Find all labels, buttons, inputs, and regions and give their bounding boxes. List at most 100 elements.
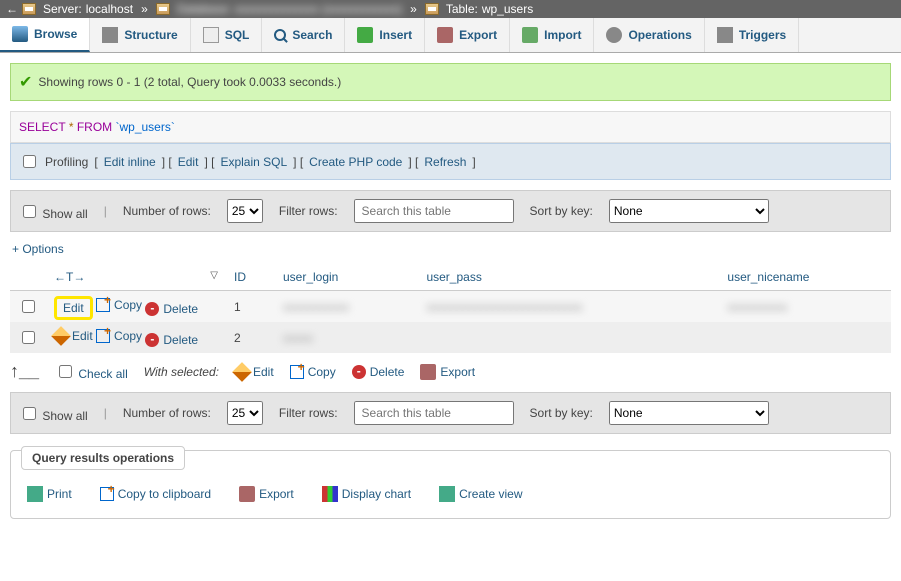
table-row: Edit Copy -Delete 2 xxxxx: [10, 322, 891, 353]
col-id[interactable]: ID: [226, 264, 275, 291]
edit-icon: [232, 362, 252, 382]
cell-id: 2: [226, 322, 275, 353]
display-chart-action[interactable]: Display chart: [322, 486, 411, 502]
breadcrumb-bar: ← Server: localhost » Database: xxxxxxxx…: [0, 0, 901, 18]
sort-label: Sort by key:: [530, 204, 593, 218]
explain-sql-link[interactable]: Explain SQL: [220, 155, 287, 169]
cell-user-login: xxxxxxxxxxx: [283, 300, 349, 314]
bulk-export[interactable]: Export: [420, 364, 475, 380]
copy-row[interactable]: Copy: [96, 329, 142, 343]
show-all-checkbox[interactable]: [23, 205, 36, 218]
filter-label: Filter rows:: [279, 204, 338, 218]
bulk-copy[interactable]: Copy: [290, 365, 336, 379]
tab-import[interactable]: Import: [510, 18, 594, 52]
database-link[interactable]: Database: xxxxxxxxxxxxxx (xxxxxxxxxxxx): [177, 2, 402, 16]
tab-browse[interactable]: Browse: [0, 18, 90, 52]
create-php-link[interactable]: Create PHP code: [309, 155, 402, 169]
filter-input[interactable]: [354, 401, 514, 425]
copy-icon: [96, 329, 110, 343]
nav-arrows[interactable]: ←T→: [54, 270, 85, 284]
check-all-checkbox[interactable]: [59, 365, 72, 378]
export-icon: [239, 486, 255, 502]
copy-icon: [290, 365, 304, 379]
tab-search[interactable]: Search: [262, 18, 345, 52]
sort-select[interactable]: None: [609, 401, 769, 425]
profiling-checkbox[interactable]: [23, 155, 36, 168]
sort-select[interactable]: None: [609, 199, 769, 223]
search-icon: [274, 29, 286, 41]
edit-row[interactable]: Edit: [54, 329, 93, 343]
chart-icon: [322, 486, 338, 502]
main-tabs: Browse Structure SQL Search Insert Expor…: [0, 18, 901, 53]
print-action[interactable]: Print: [27, 486, 72, 502]
check-icon: ✔: [19, 72, 32, 92]
success-message: ✔ Showing rows 0 - 1 (2 total, Query too…: [10, 63, 891, 101]
arrow-up-icon: ↑__: [10, 361, 39, 382]
table-label: Table:: [446, 2, 478, 16]
tab-insert[interactable]: Insert: [345, 18, 425, 52]
back-arrow[interactable]: ←: [6, 2, 18, 16]
success-text: Showing rows 0 - 1 (2 total, Query took …: [38, 75, 341, 89]
filter-input[interactable]: [354, 199, 514, 223]
tab-export[interactable]: Export: [425, 18, 510, 52]
export-icon: [437, 27, 453, 43]
profiling-label: Profiling: [45, 155, 88, 169]
profiling-bar: Profiling [ Edit inline ] [ Edit ] [ Exp…: [10, 143, 891, 180]
db-icon: [156, 3, 170, 15]
options-toggle[interactable]: + Options: [12, 242, 889, 256]
bulk-edit[interactable]: Edit: [235, 365, 274, 379]
tab-sql[interactable]: SQL: [191, 18, 263, 52]
triggers-icon: [717, 27, 733, 43]
sql-icon: [203, 27, 219, 43]
create-view-action[interactable]: Create view: [439, 486, 522, 502]
cell-id: 1: [226, 291, 275, 323]
bulk-delete[interactable]: -Delete: [352, 365, 405, 379]
export-action[interactable]: Export: [239, 486, 294, 502]
operations-icon: [606, 27, 622, 43]
server-icon: [22, 3, 36, 15]
import-icon: [522, 27, 538, 43]
refresh-link[interactable]: Refresh: [424, 155, 466, 169]
show-all-checkbox[interactable]: [23, 407, 36, 420]
tab-structure[interactable]: Structure: [90, 18, 190, 52]
table-link[interactable]: wp_users: [482, 2, 533, 16]
delete-row[interactable]: -Delete: [145, 302, 198, 316]
copy-row[interactable]: Copy: [96, 298, 142, 312]
col-user-login[interactable]: user_login: [275, 264, 418, 291]
edit-inline-link[interactable]: Edit inline: [104, 155, 156, 169]
row-checkbox[interactable]: [22, 331, 35, 344]
structure-icon: [102, 27, 118, 43]
bulk-actions-bar: ↑__ Check all With selected: Edit Copy -…: [10, 361, 891, 382]
delete-row[interactable]: -Delete: [145, 333, 198, 347]
col-user-nicename[interactable]: user_nicename: [719, 264, 891, 291]
server-label: Server:: [43, 2, 82, 16]
sql-query-display: SELECT * FROM `wp_users`: [10, 111, 891, 143]
copy-clipboard-action[interactable]: Copy to clipboard: [100, 486, 211, 502]
num-rows-select[interactable]: 25: [227, 199, 263, 223]
cell-user-nicename: xxxxxxxxxx: [727, 300, 787, 314]
edit-link[interactable]: Edit: [178, 155, 199, 169]
insert-icon: [357, 27, 373, 43]
copy-icon: [100, 487, 114, 501]
export-icon: [420, 364, 436, 380]
print-icon: [27, 486, 43, 502]
server-link[interactable]: localhost: [86, 2, 133, 16]
num-rows-select[interactable]: 25: [227, 401, 263, 425]
panel-title: Query results operations: [21, 446, 185, 470]
cell-user-login: xxxxx: [283, 331, 313, 345]
col-user-pass[interactable]: user_pass: [418, 264, 719, 291]
delete-icon: -: [145, 333, 159, 347]
tab-operations[interactable]: Operations: [594, 18, 704, 52]
edit-icon: [51, 326, 71, 346]
delete-icon: -: [145, 302, 159, 316]
copy-icon: [96, 298, 110, 312]
cell-user-pass: xxxxxxxxxxxxxxxxxxxxxxxxxx: [426, 300, 582, 314]
edit-highlighted[interactable]: Edit: [54, 296, 93, 320]
table-row: Edit Copy -Delete 1 xxxxxxxxxxx xxxxxxxx…: [10, 291, 891, 323]
delete-icon: -: [352, 365, 366, 379]
table-icon: [425, 3, 439, 15]
browse-icon: [12, 26, 28, 42]
row-checkbox[interactable]: [22, 300, 35, 313]
tab-triggers[interactable]: Triggers: [705, 18, 799, 52]
query-results-panel: Query results operations Print Copy to c…: [10, 450, 891, 519]
